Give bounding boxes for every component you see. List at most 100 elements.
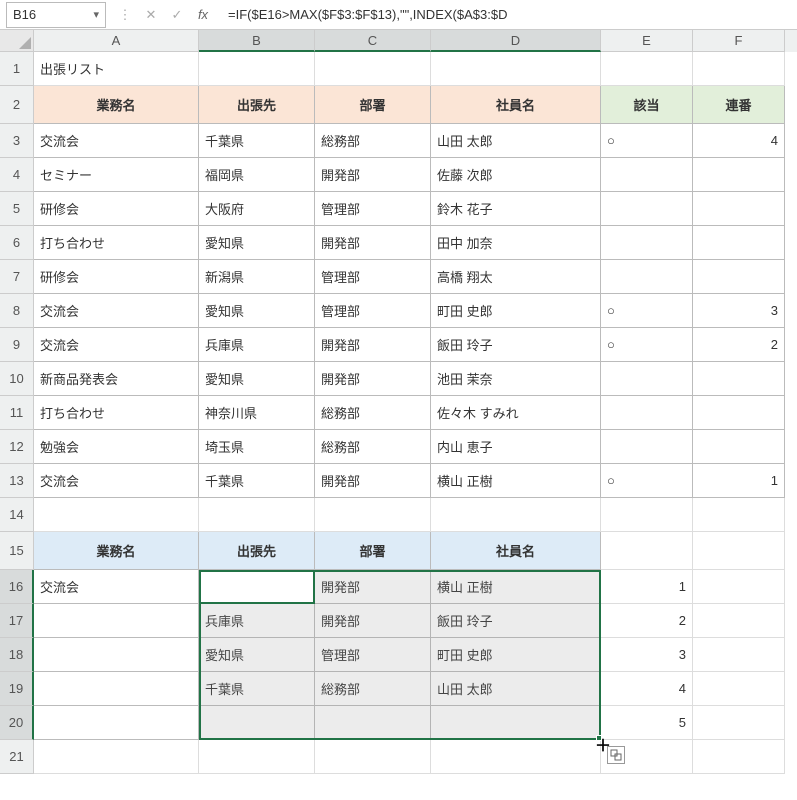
cell-B12[interactable]: 埼玉県 — [199, 430, 315, 464]
select-all-corner[interactable] — [0, 30, 34, 52]
cell-C21[interactable] — [315, 740, 431, 774]
cell-A14[interactable] — [34, 498, 199, 532]
cell-F12[interactable] — [693, 430, 785, 464]
col-header-F[interactable]: F — [693, 30, 785, 52]
header-match[interactable]: 該当 — [601, 86, 693, 124]
cell-B1[interactable] — [199, 52, 315, 86]
enter-icon[interactable]: ✓ — [168, 7, 186, 23]
cell-B11[interactable]: 神奈川県 — [199, 396, 315, 430]
row-header-18[interactable]: 18 — [0, 638, 34, 672]
row-header-10[interactable]: 10 — [0, 362, 34, 396]
header-employee[interactable]: 社員名 — [431, 86, 601, 124]
cell-C7[interactable]: 管理部 — [315, 260, 431, 294]
header-department[interactable]: 部署 — [315, 86, 431, 124]
cell-F21[interactable] — [693, 740, 785, 774]
cell-F13[interactable]: 1 — [693, 464, 785, 498]
cell-F19[interactable] — [693, 672, 785, 706]
cell-F6[interactable] — [693, 226, 785, 260]
cell-A21[interactable] — [34, 740, 199, 774]
cell-D10[interactable]: 池田 茉奈 — [431, 362, 601, 396]
cell-D5[interactable]: 鈴木 花子 — [431, 192, 601, 226]
cell-E15[interactable] — [601, 532, 693, 570]
name-box[interactable]: B16 ▾ — [6, 2, 106, 28]
cell-C9[interactable]: 開発部 — [315, 328, 431, 362]
col-header-C[interactable]: C — [315, 30, 431, 52]
cell-E8[interactable]: ○ — [601, 294, 693, 328]
cell-F18[interactable] — [693, 638, 785, 672]
result-header-dept[interactable]: 部署 — [315, 532, 431, 570]
cell-D8[interactable]: 町田 史郎 — [431, 294, 601, 328]
cell-E6[interactable] — [601, 226, 693, 260]
cell-E5[interactable] — [601, 192, 693, 226]
col-header-A[interactable]: A — [34, 30, 199, 52]
cell-D4[interactable]: 佐藤 次郎 — [431, 158, 601, 192]
cell-B6[interactable]: 愛知県 — [199, 226, 315, 260]
cell-C13[interactable]: 開発部 — [315, 464, 431, 498]
cell-C5[interactable]: 管理部 — [315, 192, 431, 226]
cell-B9[interactable]: 兵庫県 — [199, 328, 315, 362]
cell-F5[interactable] — [693, 192, 785, 226]
cell-D17[interactable]: 飯田 玲子 — [431, 604, 601, 638]
cell-A7[interactable]: 研修会 — [34, 260, 199, 294]
cell-E20[interactable]: 5 — [601, 706, 693, 740]
col-header-B[interactable]: B — [199, 30, 315, 52]
col-header-E[interactable]: E — [601, 30, 693, 52]
cancel-icon[interactable]: ✕ — [142, 7, 160, 23]
cell-A5[interactable]: 研修会 — [34, 192, 199, 226]
cell-D7[interactable]: 高橋 翔太 — [431, 260, 601, 294]
formula-input[interactable]: =IF($E16>MAX($F$3:$F$13),"",INDEX($A$3:$… — [222, 7, 797, 22]
cell-D13[interactable]: 横山 正樹 — [431, 464, 601, 498]
cell-C20[interactable] — [315, 706, 431, 740]
row-header-9[interactable]: 9 — [0, 328, 34, 362]
cell-C12[interactable]: 総務部 — [315, 430, 431, 464]
cell-F3[interactable]: 4 — [693, 124, 785, 158]
row-header-6[interactable]: 6 — [0, 226, 34, 260]
cell-C18[interactable]: 管理部 — [315, 638, 431, 672]
cell-E14[interactable] — [601, 498, 693, 532]
cell-D11[interactable]: 佐々木 すみれ — [431, 396, 601, 430]
cell-E19[interactable]: 4 — [601, 672, 693, 706]
cell-B3[interactable]: 千葉県 — [199, 124, 315, 158]
col-header-D[interactable]: D — [431, 30, 601, 52]
cell-D3[interactable]: 山田 太郎 — [431, 124, 601, 158]
cell-D9[interactable]: 飯田 玲子 — [431, 328, 601, 362]
cell-C8[interactable]: 管理部 — [315, 294, 431, 328]
cell-E9[interactable]: ○ — [601, 328, 693, 362]
result-header-dest[interactable]: 出張先 — [199, 532, 315, 570]
cell-E13[interactable]: ○ — [601, 464, 693, 498]
cell-F16[interactable] — [693, 570, 785, 604]
row-header-4[interactable]: 4 — [0, 158, 34, 192]
cell-F7[interactable] — [693, 260, 785, 294]
result-header-emp[interactable]: 社員名 — [431, 532, 601, 570]
header-task-name[interactable]: 業務名 — [34, 86, 199, 124]
cell-A11[interactable]: 打ち合わせ — [34, 396, 199, 430]
header-destination[interactable]: 出張先 — [199, 86, 315, 124]
row-header-11[interactable]: 11 — [0, 396, 34, 430]
cell-D18[interactable]: 町田 史郎 — [431, 638, 601, 672]
cell-A1[interactable]: 出張リスト — [34, 52, 199, 86]
cell-E11[interactable] — [601, 396, 693, 430]
cell-B4[interactable]: 福岡県 — [199, 158, 315, 192]
cell-B17[interactable]: 兵庫県 — [199, 604, 315, 638]
dropdown-icon[interactable]: ▾ — [93, 8, 99, 21]
cell-A9[interactable]: 交流会 — [34, 328, 199, 362]
header-seq[interactable]: 連番 — [693, 86, 785, 124]
cell-E4[interactable] — [601, 158, 693, 192]
cell-D20[interactable] — [431, 706, 601, 740]
cell-E7[interactable] — [601, 260, 693, 294]
result-header-task[interactable]: 業務名 — [34, 532, 199, 570]
cell-A8[interactable]: 交流会 — [34, 294, 199, 328]
row-header-13[interactable]: 13 — [0, 464, 34, 498]
cell-E16[interactable]: 1 — [601, 570, 693, 604]
cell-B8[interactable]: 愛知県 — [199, 294, 315, 328]
cell-F15[interactable] — [693, 532, 785, 570]
cell-C11[interactable]: 総務部 — [315, 396, 431, 430]
cell-A10[interactable]: 新商品発表会 — [34, 362, 199, 396]
cell-C17[interactable]: 開発部 — [315, 604, 431, 638]
cell-B13[interactable]: 千葉県 — [199, 464, 315, 498]
cell-E18[interactable]: 3 — [601, 638, 693, 672]
cell-D1[interactable] — [431, 52, 601, 86]
cell-A13[interactable]: 交流会 — [34, 464, 199, 498]
row-header-7[interactable]: 7 — [0, 260, 34, 294]
cell-F4[interactable] — [693, 158, 785, 192]
